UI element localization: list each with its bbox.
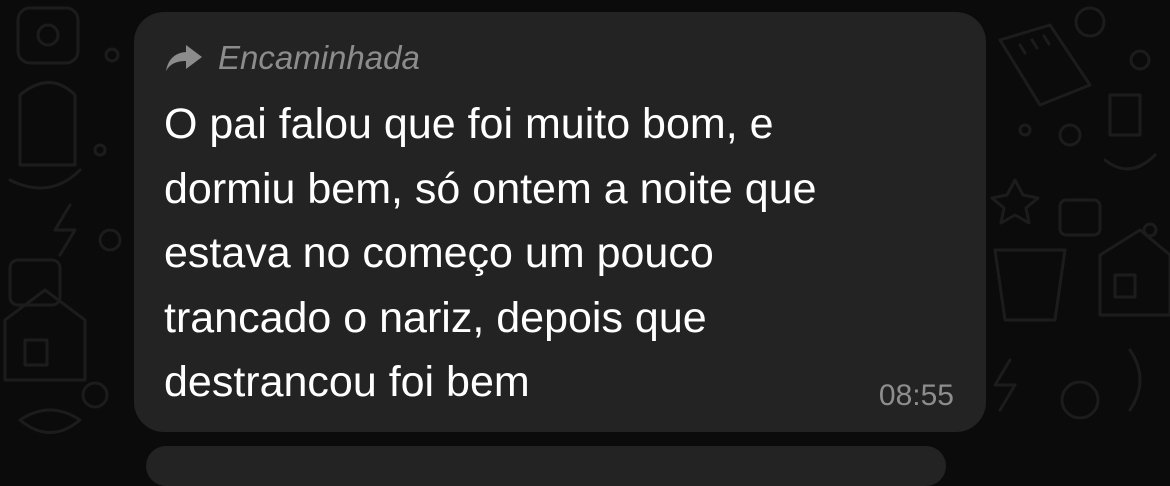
next-message-bubble[interactable]: [146, 446, 946, 486]
message-text: O pai falou que foi muito bom, e dormiu …: [164, 100, 817, 406]
forward-arrow-icon: [166, 45, 202, 71]
cup-doodle-icon: [993, 248, 1067, 322]
message-timestamp: 08:55: [878, 379, 954, 412]
forwarded-header: Encaminhada: [164, 38, 420, 78]
doodle-icon: [16, 6, 80, 65]
star-doodle-icon: [990, 178, 1040, 225]
doodle-icon: [18, 81, 77, 167]
forwarded-label: Encaminhada: [218, 39, 420, 76]
lightning-doodle-icon: [53, 203, 77, 257]
message-bubble[interactable]: Encaminhada O pai falou que foi muito bo…: [134, 12, 986, 432]
